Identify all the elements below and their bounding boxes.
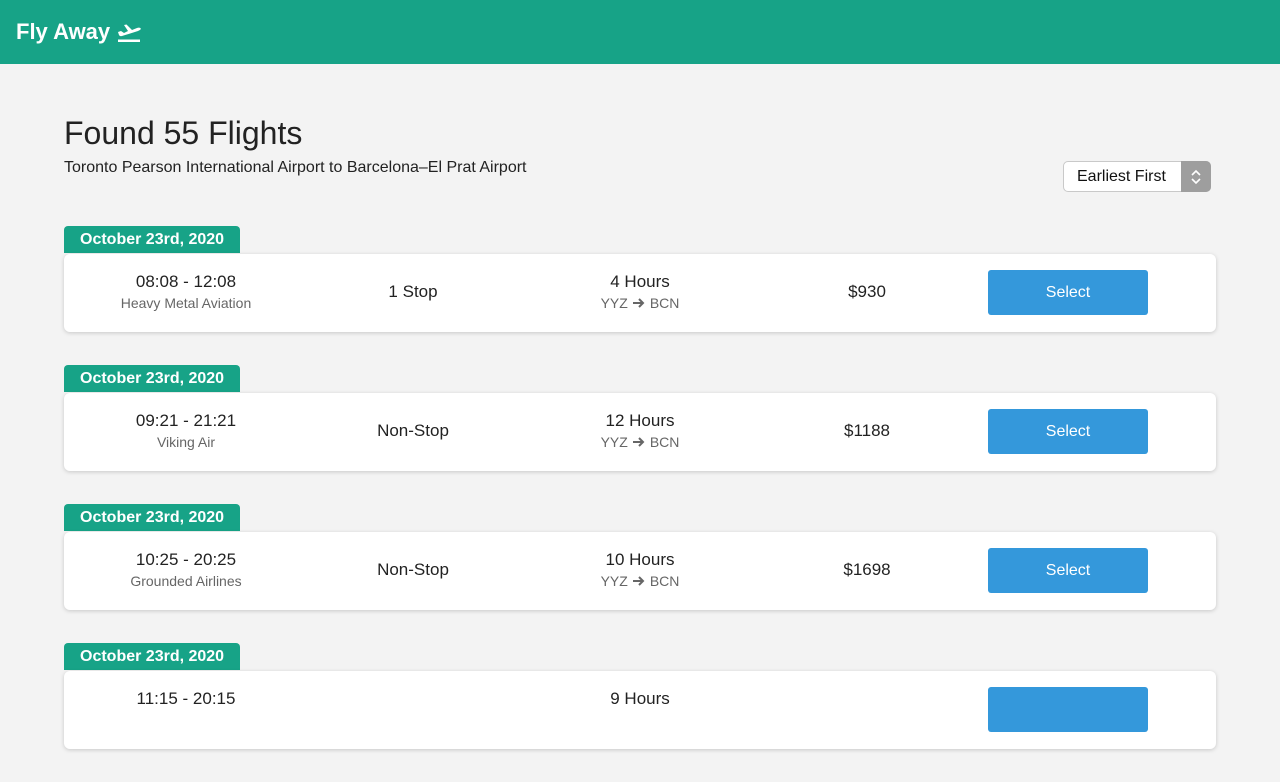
flight-duration: 10 Hours xyxy=(605,550,675,569)
origin-code: YYZ xyxy=(600,295,628,311)
select-flight-button[interactable] xyxy=(988,687,1148,732)
top-navbar: Fly Away xyxy=(0,0,1280,64)
flight-list: October 23rd, 2020 08:08 - 12:08 Heavy M… xyxy=(64,226,1216,782)
flight-item: October 23rd, 2020 11:15 - 20:15 9 Hours xyxy=(64,643,1216,782)
arrow-right-icon xyxy=(632,298,645,308)
destination-code: BCN xyxy=(649,295,680,311)
arrow-right-icon xyxy=(632,437,645,447)
flight-airline: Viking Air xyxy=(156,434,216,450)
sort-selected-value: Earliest First xyxy=(1077,167,1166,185)
select-flight-button[interactable]: Select xyxy=(988,548,1148,593)
flight-duration: 12 Hours xyxy=(605,411,675,430)
flight-duration-block: 4 Hours YYZ BCN xyxy=(540,272,740,313)
flight-price: $1698 xyxy=(843,560,891,579)
results-page: Found 55 Flights Toronto Pearson Interna… xyxy=(0,64,1280,782)
flight-item: October 23rd, 2020 09:21 - 21:21 Viking … xyxy=(64,365,1216,504)
flight-price: $1188 xyxy=(843,421,890,440)
sort-select[interactable]: Earliest First xyxy=(1063,161,1211,192)
sort-arrows-icon[interactable] xyxy=(1181,161,1211,192)
flight-airline: Grounded Airlines xyxy=(130,573,242,589)
origin-code: YYZ xyxy=(600,573,628,589)
arrow-right-icon xyxy=(632,576,645,586)
flight-times: 10:25 - 20:25 Grounded Airlines xyxy=(86,550,286,589)
destination-code: BCN xyxy=(649,573,680,589)
flight-date-tag: October 23rd, 2020 xyxy=(64,226,241,253)
flight-date-tag: October 23rd, 2020 xyxy=(64,504,241,531)
flight-route: YYZ BCN xyxy=(601,434,680,450)
flight-time: 11:15 - 20:15 xyxy=(136,689,236,708)
brand-logo[interactable]: Fly Away xyxy=(16,19,142,45)
flight-card: 08:08 - 12:08 Heavy Metal Aviation 1 Sto… xyxy=(64,254,1216,332)
flight-duration: 4 Hours xyxy=(610,272,670,291)
flight-times: 11:15 - 20:15 xyxy=(86,689,286,709)
flight-duration: 9 Hours xyxy=(610,689,670,708)
flight-airline: Heavy Metal Aviation xyxy=(120,295,252,311)
flight-item: October 23rd, 2020 08:08 - 12:08 Heavy M… xyxy=(64,226,1216,365)
flight-item: October 23rd, 2020 10:25 - 20:25 Grounde… xyxy=(64,504,1216,643)
flight-route: YYZ BCN xyxy=(601,295,680,311)
flight-time: 08:08 - 12:08 xyxy=(135,272,237,291)
flight-card: 09:21 - 21:21 Viking Air Non-Stop 12 Hou… xyxy=(64,393,1216,471)
select-flight-button[interactable]: Select xyxy=(988,409,1148,454)
flight-date-tag: October 23rd, 2020 xyxy=(64,365,241,392)
page-title: Found 55 Flights xyxy=(64,115,303,151)
flight-times: 08:08 - 12:08 Heavy Metal Aviation xyxy=(86,272,286,311)
flight-stops: 1 Stop xyxy=(388,282,438,301)
flight-date-tag: October 23rd, 2020 xyxy=(64,643,241,670)
flight-duration-block: 10 Hours YYZ BCN xyxy=(540,550,740,591)
flight-route: YYZ BCN xyxy=(601,573,680,589)
flight-time: 09:21 - 21:21 xyxy=(135,411,237,430)
flight-times: 09:21 - 21:21 Viking Air xyxy=(86,411,286,450)
flight-stops: Non-Stop xyxy=(377,421,449,440)
destination-code: BCN xyxy=(649,434,680,450)
flight-time: 10:25 - 20:25 xyxy=(135,550,237,569)
flight-card: 11:15 - 20:15 9 Hours xyxy=(64,671,1216,749)
flight-stops: Non-Stop xyxy=(377,560,449,579)
flight-duration-block: 12 Hours YYZ BCN xyxy=(540,411,740,452)
flight-duration-block: 9 Hours xyxy=(540,689,740,709)
select-flight-button[interactable]: Select xyxy=(988,270,1148,315)
flight-card: 10:25 - 20:25 Grounded Airlines Non-Stop… xyxy=(64,532,1216,610)
brand-name: Fly Away xyxy=(16,19,111,44)
flight-price: $930 xyxy=(848,282,886,301)
origin-code: YYZ xyxy=(600,434,628,450)
route-subtitle: Toronto Pearson International Airport to… xyxy=(64,159,527,176)
plane-departure-icon xyxy=(118,24,141,42)
